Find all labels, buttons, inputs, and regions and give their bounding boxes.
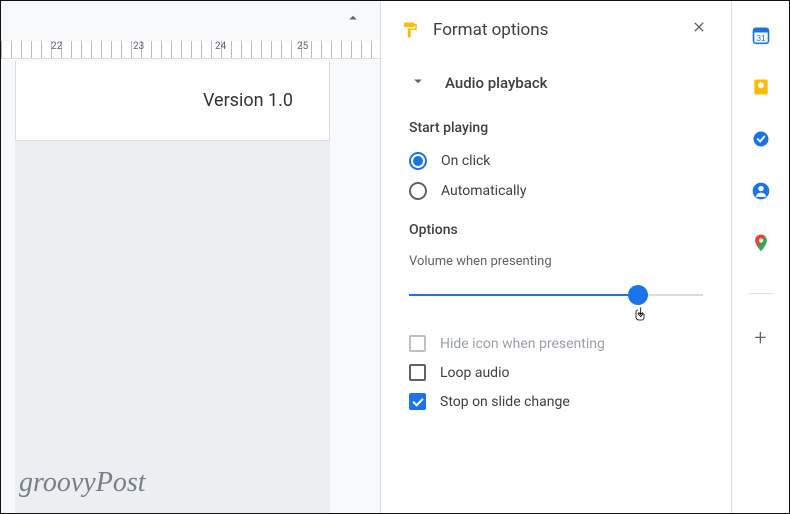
- radio-automatically[interactable]: Automatically: [381, 176, 731, 206]
- format-paint-icon: [401, 20, 419, 40]
- ruler-mark: 25: [297, 41, 308, 52]
- tasks-icon[interactable]: [751, 129, 771, 149]
- radio-label: On click: [441, 153, 490, 169]
- volume-hint: Volume when presenting: [381, 248, 731, 287]
- radio-icon: [409, 182, 427, 200]
- ruler-mark: 23: [133, 41, 144, 52]
- chevron-down-icon: [409, 72, 427, 94]
- close-panel-button[interactable]: [687, 15, 711, 44]
- slider-track-fill: [409, 294, 638, 296]
- maps-icon[interactable]: [751, 233, 771, 253]
- checkbox-loop-audio[interactable]: Loop audio: [381, 358, 731, 387]
- start-playing-heading: Start playing: [381, 116, 731, 146]
- slide-content[interactable]: Version 1.0: [15, 61, 330, 141]
- section-toggle[interactable]: Audio playback: [381, 62, 731, 116]
- ruler-mark: 22: [51, 41, 62, 52]
- volume-slider[interactable]: [409, 287, 703, 303]
- checkbox-label: Hide icon when presenting: [440, 336, 605, 352]
- checkbox-icon: [409, 364, 426, 381]
- collapse-ruler-button[interactable]: [344, 9, 362, 31]
- radio-label: Automatically: [441, 183, 526, 199]
- slide-canvas-area: 22 23 24 25 Version 1.0 groovyPost: [1, 1, 381, 513]
- radio-on-click[interactable]: On click: [381, 146, 731, 176]
- side-addon-rail: 31 +: [731, 1, 789, 513]
- format-options-panel: Format options Audio playback Start play…: [381, 1, 731, 513]
- checkbox-hide-icon[interactable]: Hide icon when presenting: [381, 329, 731, 358]
- checkbox-label: Loop audio: [440, 365, 509, 381]
- horizontal-ruler: 22 23 24 25: [1, 41, 380, 59]
- checkbox-icon: [409, 335, 426, 352]
- calendar-icon[interactable]: 31: [751, 25, 771, 45]
- slide-background: [15, 141, 330, 513]
- slide-text: Version 1.0: [203, 90, 293, 111]
- cursor-icon: [632, 305, 648, 327]
- keep-icon[interactable]: [751, 77, 771, 97]
- slider-thumb[interactable]: [628, 285, 648, 305]
- panel-title: Format options: [433, 20, 673, 40]
- checkbox-icon: [409, 393, 426, 410]
- radio-icon: [409, 152, 427, 170]
- options-heading: Options: [381, 218, 731, 248]
- rail-divider: [749, 293, 773, 294]
- panel-header: Format options: [381, 1, 731, 62]
- svg-text:31: 31: [756, 33, 766, 43]
- checkbox-label: Stop on slide change: [440, 394, 570, 410]
- add-addon-button[interactable]: +: [754, 326, 766, 351]
- ruler-mark: 24: [215, 41, 226, 52]
- section-title: Audio playback: [445, 74, 547, 92]
- checkbox-stop-on-change[interactable]: Stop on slide change: [381, 387, 731, 416]
- contacts-icon[interactable]: [751, 181, 771, 201]
